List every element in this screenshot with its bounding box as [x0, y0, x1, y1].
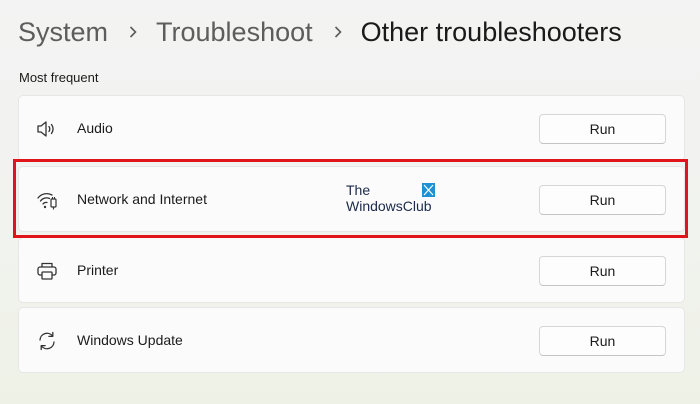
troubleshooter-row-printer: Printer Run: [18, 237, 685, 303]
troubleshooter-row-audio: Audio Run: [18, 95, 685, 161]
watermark-line-1: The: [346, 182, 371, 198]
speaker-icon: [36, 119, 58, 139]
breadcrumb-troubleshoot[interactable]: Troubleshoot: [156, 14, 313, 50]
run-printer-button[interactable]: Run: [539, 256, 666, 286]
troubleshooter-row-windows-update: Windows Update Run: [18, 307, 685, 373]
troubleshooter-label: Audio: [77, 120, 113, 136]
breadcrumb-system[interactable]: System: [18, 14, 108, 50]
run-audio-button[interactable]: Run: [539, 114, 666, 144]
watermark-logo-icon: [422, 183, 435, 197]
run-windows-update-button[interactable]: Run: [539, 326, 666, 356]
sync-icon: [36, 331, 58, 351]
section-label-most-frequent: Most frequent: [19, 70, 99, 85]
watermark: The WindowsClub: [346, 182, 435, 214]
wifi-icon: [36, 190, 58, 210]
troubleshooter-label: Windows Update: [77, 332, 183, 348]
troubleshooter-label: Network and Internet: [77, 191, 207, 207]
page-title: Other troubleshooters: [360, 17, 622, 47]
watermark-line-2: WindowsClub: [346, 198, 432, 214]
run-network-button[interactable]: Run: [539, 185, 666, 215]
chevron-right-icon: [331, 25, 345, 39]
printer-icon: [36, 261, 58, 281]
breadcrumb: System Troubleshoot Other troubleshooter…: [18, 14, 622, 50]
troubleshooter-label: Printer: [77, 262, 119, 278]
chevron-right-icon: [126, 25, 140, 39]
